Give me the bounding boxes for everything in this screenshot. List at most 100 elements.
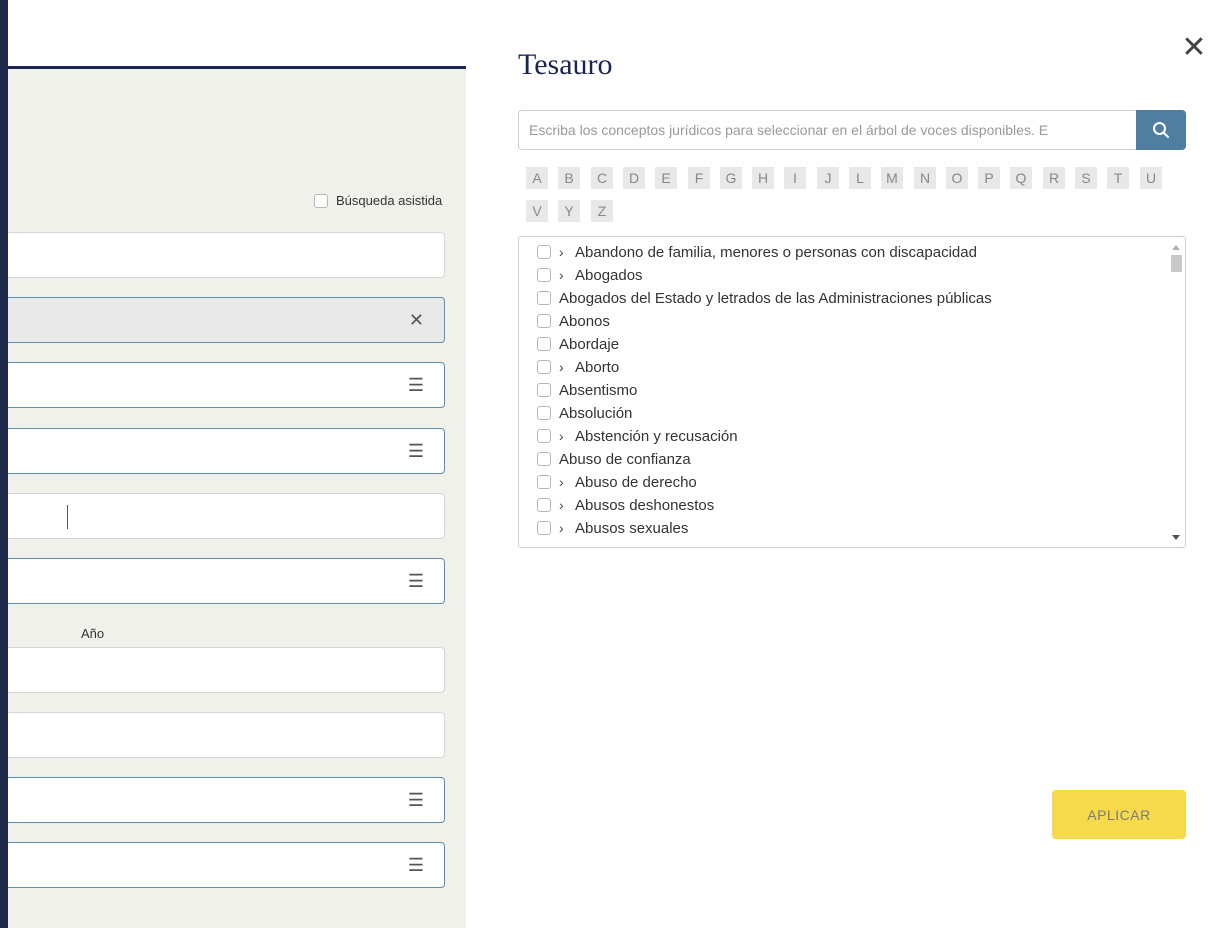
clearable-field[interactable]: ✕ [8, 297, 445, 343]
letter-s[interactable]: S [1075, 167, 1097, 189]
tree-item-checkbox[interactable] [537, 291, 551, 305]
letter-c[interactable]: C [591, 167, 613, 189]
letter-q[interactable]: Q [1010, 167, 1032, 189]
tree-item-label: Abstención y recusación [575, 427, 738, 445]
letter-m[interactable]: M [881, 167, 903, 189]
letter-t[interactable]: T [1107, 167, 1129, 189]
letter-h[interactable]: H [752, 167, 774, 189]
search-icon [1153, 122, 1169, 138]
list-icon[interactable]: ☰ [408, 572, 424, 590]
tree-item-label: Abonos [559, 312, 610, 330]
tree-item-checkbox[interactable] [537, 429, 551, 443]
letter-e[interactable]: E [655, 167, 677, 189]
select-field-1[interactable]: ☰ [8, 362, 445, 408]
tree-item-label: Aborto [575, 358, 620, 376]
list-icon[interactable]: ☰ [408, 791, 424, 809]
text-field-active[interactable] [8, 493, 445, 539]
thesaurus-tree[interactable]: › Abandono de familia, menores o personas… [518, 236, 1186, 548]
thesaurus-search-input[interactable] [518, 110, 1136, 150]
tree-item-label: Abordaje [559, 335, 620, 353]
scroll-down-arrow-icon[interactable] [1172, 535, 1180, 540]
tree-item-label: Abuso de derecho [575, 473, 697, 491]
select-field-4[interactable]: ☰ [8, 777, 445, 823]
background-form: Búsqueda asistida ✕ ☰ ☰ ☰ Año ☰ ☰ [0, 0, 466, 928]
letter-l[interactable]: L [849, 167, 871, 189]
select-field-3[interactable]: ☰ [8, 558, 445, 604]
text-field-2[interactable] [8, 712, 445, 758]
select-field-2[interactable]: ☰ [8, 428, 445, 474]
letter-d[interactable]: D [623, 167, 645, 189]
letter-i[interactable]: I [784, 167, 806, 189]
assisted-search-row[interactable]: Búsqueda asistida [314, 193, 442, 208]
tree-item-label: Absolución [559, 404, 633, 422]
tree-item-label: Absentismo [559, 381, 638, 399]
tree-item-checkbox[interactable] [537, 521, 551, 535]
tree-item[interactable]: Absolución [537, 402, 632, 424]
tree-item[interactable]: › Aborto [537, 356, 619, 378]
chevron-right-icon[interactable]: › [559, 497, 571, 513]
letter-b[interactable]: B [558, 167, 580, 189]
thesaurus-search [518, 110, 1186, 150]
letter-o[interactable]: O [946, 167, 968, 189]
list-icon[interactable]: ☰ [408, 376, 424, 394]
tree-item[interactable]: › Abogados [537, 264, 643, 286]
tree-item-label: Abusos sexuales [575, 519, 689, 537]
close-button[interactable]: ✕ [1180, 33, 1208, 63]
chevron-right-icon[interactable]: › [559, 359, 571, 375]
chevron-right-icon[interactable]: › [559, 520, 571, 536]
tree-item[interactable]: Abuso de confianza [537, 448, 691, 470]
tree-item[interactable]: › Abstención y recusación [537, 425, 738, 447]
tree-item-label: Abogados [575, 266, 643, 284]
tree-item-checkbox[interactable] [537, 498, 551, 512]
tree-item-checkbox[interactable] [537, 360, 551, 374]
letter-p[interactable]: P [978, 167, 1000, 189]
letter-j[interactable]: J [817, 167, 839, 189]
tree-item-checkbox[interactable] [537, 383, 551, 397]
scroll-up-arrow-icon[interactable] [1172, 245, 1180, 250]
tree-scrollbar[interactable] [1168, 237, 1185, 547]
form-header [8, 0, 466, 69]
tree-item[interactable]: Abordaje [537, 333, 619, 355]
tree-item-checkbox[interactable] [537, 314, 551, 328]
text-field-1[interactable] [8, 232, 445, 278]
year-field[interactable] [8, 647, 445, 693]
letter-u[interactable]: U [1140, 167, 1162, 189]
clear-icon[interactable]: ✕ [409, 311, 424, 329]
tree-item[interactable]: Absentismo [537, 379, 637, 401]
apply-button[interactable]: APLICAR [1052, 790, 1186, 839]
tree-item[interactable]: › Abusos sexuales [537, 517, 688, 539]
chevron-right-icon[interactable]: › [559, 474, 571, 490]
letter-g[interactable]: G [720, 167, 742, 189]
tree-item[interactable]: Abonos [537, 310, 610, 332]
letter-r[interactable]: R [1043, 167, 1065, 189]
thesaurus-panel: Tesauro ✕ ABCDEFGHIJLMNOPQRSTUVYZ ›Aband… [466, 0, 1219, 928]
tree-item-checkbox[interactable] [537, 406, 551, 420]
chevron-right-icon[interactable]: › [559, 244, 571, 260]
list-icon[interactable]: ☰ [408, 442, 424, 460]
tree-item[interactable]: Abogados del Estado y letrados de las Ad… [537, 287, 992, 309]
letter-y[interactable]: Y [558, 200, 580, 222]
tree-item-label: Abandono de familia, menores o personas … [575, 243, 977, 261]
tree-item[interactable]: › Abuso de derecho [537, 471, 697, 493]
list-icon[interactable]: ☰ [408, 856, 424, 874]
tree-item-checkbox[interactable] [537, 268, 551, 282]
tree-item-checkbox[interactable] [537, 475, 551, 489]
search-button[interactable] [1136, 110, 1186, 150]
scroll-thumb[interactable] [1171, 255, 1182, 272]
letter-a[interactable]: A [526, 167, 548, 189]
letter-f[interactable]: F [688, 167, 710, 189]
tree-item[interactable]: › Abandono de familia, menores o personas… [537, 241, 977, 263]
chevron-right-icon[interactable]: › [559, 428, 571, 444]
select-field-5[interactable]: ☰ [8, 842, 445, 888]
chevron-right-icon[interactable]: › [559, 267, 571, 283]
tree-item-checkbox[interactable] [537, 337, 551, 351]
tree-item[interactable]: › Abusos deshonestos [537, 494, 714, 516]
letter-n[interactable]: N [914, 167, 936, 189]
assisted-search-checkbox[interactable] [314, 193, 328, 208]
tree-item-checkbox[interactable] [537, 452, 551, 466]
letter-v[interactable]: V [526, 200, 548, 222]
year-label: Año [81, 626, 105, 641]
letter-z[interactable]: Z [591, 200, 613, 222]
tree-item-checkbox[interactable] [537, 245, 551, 259]
text-caret [67, 505, 68, 529]
